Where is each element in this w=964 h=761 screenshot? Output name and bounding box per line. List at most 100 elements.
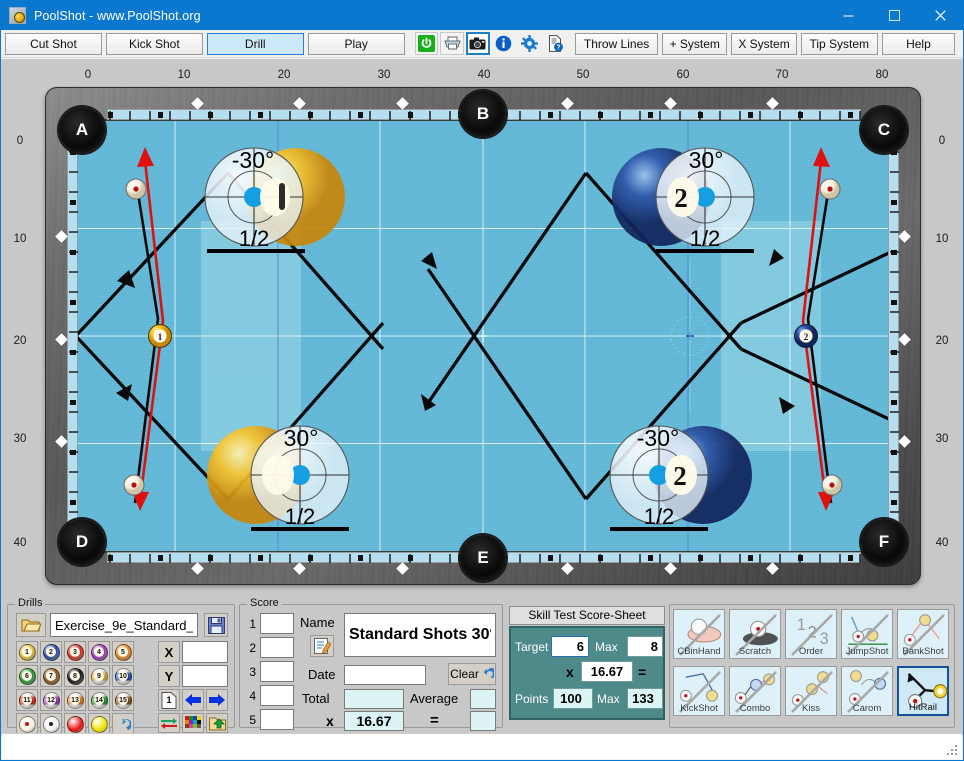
save-disk-icon[interactable] (204, 613, 228, 637)
arrow-left-icon[interactable] (182, 689, 204, 711)
total-value (344, 689, 404, 709)
rule-button-label: Kiss (802, 703, 820, 714)
pool-table[interactable]: -30° 1/2 2 30° 1/2 30° 1/2 2 -30° 1/2 1 … (45, 87, 921, 585)
rule-buttons-grid[interactable]: CBinHand Scratch 1 2 3 Order JumpShot BankShot K… (673, 609, 953, 723)
export-folder-icon[interactable] (206, 713, 228, 733)
pocket-f[interactable]: F (861, 519, 907, 565)
y-left-tick-10: 10 (13, 233, 27, 245)
plus-system-button[interactable]: + System (662, 32, 728, 55)
rule-button-order[interactable]: 1 2 3 Order (785, 609, 837, 659)
score-row-input-1[interactable] (260, 613, 294, 634)
rule-button-cbinhand[interactable]: CBinHand (673, 609, 725, 659)
ball-3-icon: 3 (66, 643, 84, 661)
drill-reset-button[interactable] (112, 713, 134, 735)
tab-kick-shot[interactable]: Kick Shot (105, 32, 203, 55)
rule-button-label: Scratch (738, 646, 772, 657)
score-row-input-2[interactable] (260, 637, 294, 658)
rule-button-bankshot[interactable]: BankShot (897, 609, 949, 659)
rule-button-jumpshot[interactable]: JumpShot (841, 609, 893, 659)
drill-ball-2[interactable]: 2 (40, 641, 62, 663)
drill-cue-ball-red-dot[interactable] (16, 713, 38, 735)
page-number-button[interactable]: 1 (158, 689, 180, 711)
info-icon[interactable] (492, 32, 516, 55)
table-felt[interactable]: -30° 1/2 2 30° 1/2 30° 1/2 2 -30° 1/2 1 … (73, 121, 893, 551)
ball-number-label: 13 (70, 695, 80, 705)
y-left-tick-20: 20 (13, 335, 27, 347)
rule-button-hitrail[interactable]: HitRail (897, 666, 949, 716)
pocket-a[interactable]: A (59, 107, 105, 153)
tab-drill[interactable]: Drill (206, 32, 304, 55)
tip-system-button[interactable]: Tip System (800, 32, 878, 55)
ball-number-label: 9 (94, 671, 104, 681)
score-row-input-4[interactable] (260, 685, 294, 706)
drill-ball-8[interactable]: 8 (64, 665, 86, 687)
drill-cue-ball-black-dot[interactable] (40, 713, 62, 735)
drill-ball-15[interactable]: 15 (112, 689, 134, 711)
drill-ball-6[interactable]: 6 (16, 665, 38, 687)
throw-lines-button[interactable]: Throw Lines (575, 32, 659, 55)
coord-y-input[interactable] (182, 665, 228, 687)
pocket-c[interactable]: C (861, 107, 907, 153)
drill-ball-14[interactable]: 14 (88, 689, 110, 711)
cue-ball-red-dot-icon (18, 715, 36, 733)
color-palette-icon[interactable] (182, 713, 204, 733)
score-row-input-3[interactable] (260, 661, 294, 682)
edit-note-icon[interactable] (310, 635, 334, 657)
target-value[interactable]: 6 (551, 636, 589, 657)
drill-ball-palette[interactable]: 1 2 3 4 5 6 7 8 9 10 11 12 13 14 15 (16, 641, 136, 737)
rule-button-label: CBinHand (677, 646, 721, 657)
camera-icon[interactable] (466, 32, 490, 55)
drills-group: Drills 123456789101112131415 X (7, 597, 235, 735)
maximize-icon[interactable] (871, 1, 917, 30)
score-row-input-5[interactable] (260, 709, 294, 730)
drill-ball-9[interactable]: 9 (88, 665, 110, 687)
pocket-e[interactable]: E (460, 535, 506, 581)
minimize-icon[interactable] (825, 1, 871, 30)
power-icon[interactable] (414, 32, 439, 55)
rule-button-scratch[interactable]: Scratch (729, 609, 781, 659)
drill-file-name-input[interactable] (50, 613, 198, 637)
multiplier-value[interactable] (344, 711, 404, 731)
drill-ball-13[interactable]: 13 (64, 689, 86, 711)
drill-ball-11[interactable]: 11 (16, 689, 38, 711)
drill-ball-10[interactable]: 10 (112, 665, 134, 687)
tab-cut-shot[interactable]: Cut Shot (5, 32, 102, 55)
settings-gear-icon[interactable] (518, 32, 542, 55)
print-icon[interactable] (440, 32, 465, 55)
open-folder-icon[interactable] (16, 613, 46, 637)
rule-button-label: JumpShot (845, 646, 889, 657)
resize-grip-icon[interactable] (947, 745, 959, 757)
drill-name-input[interactable] (344, 613, 496, 657)
ball-4-icon: 4 (90, 643, 108, 661)
rule-button-carom[interactable]: Carom (841, 666, 893, 716)
drill-ball-5[interactable]: 5 (112, 641, 134, 663)
drill-ball-12[interactable]: 12 (40, 689, 62, 711)
cut-target-top-right: 2 30° 1/2 (612, 147, 755, 253)
rule-button-kickshot[interactable]: KickShot (673, 666, 725, 716)
drill-ball-3[interactable]: 3 (64, 641, 86, 663)
rule-button-kiss[interactable]: Kiss (785, 666, 837, 716)
arrow-right-icon[interactable] (206, 689, 228, 711)
coord-x-input[interactable] (182, 641, 228, 663)
rule-button-combo[interactable]: Combo (729, 666, 781, 716)
pocket-d[interactable]: D (59, 519, 105, 565)
x-system-button[interactable]: X System (731, 32, 797, 55)
drill-ball-7[interactable]: 7 (40, 665, 62, 687)
date-input[interactable] (344, 665, 426, 685)
clear-button[interactable]: Clear (448, 663, 496, 685)
drill-yellow-ball[interactable] (88, 713, 110, 735)
tab-play[interactable]: Play (307, 32, 405, 55)
help-button[interactable]: Help (881, 32, 955, 55)
ruler-top-left (107, 109, 471, 120)
pocket-b[interactable]: B (460, 91, 506, 137)
drill-ball-4[interactable]: 4 (88, 641, 110, 663)
svg-text:2: 2 (673, 461, 687, 491)
rule-button-label: BankShot (902, 646, 944, 657)
close-icon[interactable] (917, 1, 963, 30)
svg-text:1: 1 (158, 332, 163, 342)
swap-arrows-icon[interactable] (158, 713, 180, 733)
skill-multiplier-value[interactable]: 16.67 (581, 661, 633, 682)
drill-ball-1[interactable]: 1 (16, 641, 38, 663)
drill-red-ball[interactable] (64, 713, 86, 735)
help-document-icon[interactable]: ? (543, 32, 567, 55)
